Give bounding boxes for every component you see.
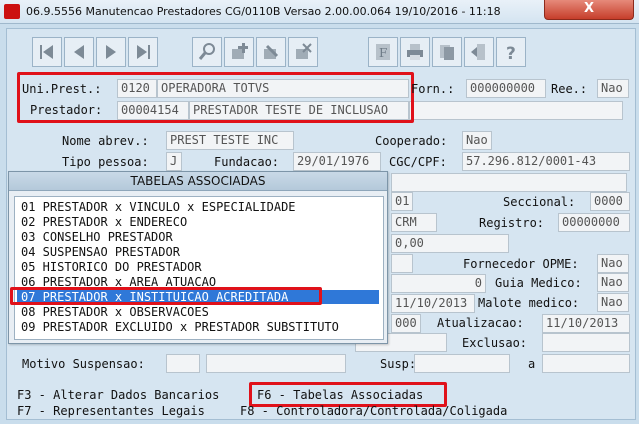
malote-field[interactable]: Nao [597, 293, 629, 312]
fundacao-field[interactable]: 29/01/1976 [293, 152, 381, 171]
search-button[interactable] [192, 37, 222, 67]
exclusao-field[interactable] [542, 333, 630, 352]
selected-item-highlight-box [10, 287, 322, 305]
forn-field[interactable]: 000000000 [466, 79, 546, 98]
crm-field[interactable]: CRM [391, 213, 437, 232]
cgc-label: CGC/CPF: [389, 155, 447, 169]
registro-label: Registro: [479, 216, 545, 230]
copy-icon [440, 45, 454, 60]
edit-button[interactable] [256, 37, 286, 67]
ree-field[interactable]: Nao [597, 79, 629, 98]
add-button[interactable] [224, 37, 254, 67]
seccional-label: Seccional: [503, 195, 576, 209]
nome-abrev-label: Nome abrev.: [62, 134, 149, 148]
motivo-desc-field[interactable] [206, 354, 346, 373]
first-record-button[interactable] [32, 37, 62, 67]
ree-label: Ree.: [551, 82, 588, 96]
next-icon [106, 45, 116, 59]
f-button[interactable]: F [368, 37, 398, 67]
field-01[interactable]: 01 [391, 192, 413, 211]
list-item[interactable]: 08 PRESTADOR x OBSERVACOES [21, 305, 209, 319]
guia-medico-label: Guia Medico: [495, 276, 582, 290]
susp-a-label: a [528, 357, 536, 371]
title-bar: 06.9.5556 Manutencao Prestadores CG/0110… [0, 0, 639, 24]
forn-label: Forn.: [411, 82, 455, 96]
susp-end-field[interactable] [542, 354, 630, 373]
tabelas-associadas-dialog: TABELAS ASSOCIADAS 01 PRESTADOR x VINCUL… [8, 171, 388, 344]
exclusao-label: Exclusao: [462, 336, 528, 350]
date-field[interactable]: 11/10/2013 [391, 294, 475, 313]
f8-shortcut[interactable]: F8 - Controladora/Controlada/Coligada [240, 404, 507, 418]
last-record-button[interactable] [128, 37, 158, 67]
prev-record-button[interactable] [64, 37, 94, 67]
susp-label: Susp: [380, 357, 417, 371]
fornecedor-opme-field[interactable]: Nao [597, 254, 629, 273]
atualizacao-field[interactable]: 11/10/2013 [542, 314, 630, 333]
valor-field[interactable]: 0,00 [391, 234, 509, 253]
search-icon [198, 43, 215, 60]
fornecedor-opme-label: Fornecedor OPME: [463, 257, 579, 271]
edit-icon [264, 44, 279, 59]
exit-button[interactable] [464, 37, 494, 67]
malote-label: Malote medico: [478, 296, 580, 310]
atualizacao-label: Atualizacao: [437, 316, 524, 330]
registro-field[interactable]: 00000000 [558, 213, 630, 232]
cooperado-label: Cooperado: [375, 134, 448, 148]
cgc-field[interactable]: 57.296.812/0001-43 [462, 152, 630, 171]
svg-text:?: ? [506, 44, 516, 62]
add-icon [232, 43, 248, 59]
help-button[interactable]: ? [496, 37, 526, 67]
delete-button[interactable] [288, 37, 318, 67]
nome-abrev-field[interactable]: PREST TESTE INC [166, 131, 294, 150]
f3-shortcut[interactable]: F3 - Alterar Dados Bancarios [17, 388, 219, 402]
cooperado-field[interactable]: Nao [462, 131, 492, 150]
tipo-pessoa-field[interactable]: J [166, 152, 182, 171]
exit-icon [471, 44, 485, 60]
fundacao-label: Fundacao: [214, 155, 280, 169]
tipo-pessoa-label: Tipo pessoa: [62, 155, 149, 169]
next-record-button[interactable] [96, 37, 126, 67]
app-icon [4, 4, 20, 19]
motivo-code-field[interactable] [166, 354, 200, 373]
list-item[interactable]: 01 PRESTADOR x VINCULO x ESPECIALIDADE [21, 200, 296, 214]
susp-start-field[interactable] [414, 354, 510, 373]
f7-shortcut[interactable]: F7 - Representantes Legais [17, 404, 205, 418]
list-item[interactable]: 03 CONSELHO PRESTADOR [21, 230, 173, 244]
header-highlight-box [17, 72, 414, 123]
blank-field-2[interactable] [391, 254, 413, 273]
copy-button[interactable] [432, 37, 462, 67]
dialog-title: TABELAS ASSOCIADAS [9, 172, 387, 191]
print-button[interactable] [400, 37, 430, 67]
code-000-field[interactable]: 000 [391, 314, 421, 333]
motivo-suspensao-label: Motivo Suspensao: [22, 357, 145, 371]
blank-field-1[interactable] [391, 173, 627, 192]
prev-icon [74, 45, 84, 59]
tabelas-list[interactable]: 01 PRESTADOR x VINCULO x ESPECIALIDADE 0… [14, 196, 384, 340]
print-icon [407, 44, 423, 60]
delete-icon [296, 43, 312, 59]
list-item[interactable]: 09 PRESTADOR EXCLUIDO x PRESTADOR SUBSTI… [21, 320, 339, 334]
seccional-field[interactable]: 0000 [590, 192, 630, 211]
list-item[interactable]: 04 SUSPENSAO PRESTADOR [21, 245, 180, 259]
first-icon [40, 45, 53, 59]
window-title: 06.9.5556 Manutencao Prestadores CG/0110… [26, 5, 501, 18]
f-icon: F [376, 44, 390, 60]
zero-field[interactable]: 0 [391, 274, 486, 293]
help-icon: ? [506, 44, 516, 62]
list-item[interactable]: 05 HISTORICO DO PRESTADOR [21, 260, 202, 274]
last-icon [137, 45, 150, 59]
svg-text:F: F [379, 46, 387, 60]
list-item[interactable]: 02 PRESTADOR x ENDERECO [21, 215, 187, 229]
guia-medico-field[interactable]: Nao [597, 273, 629, 292]
close-button[interactable]: X [544, 0, 634, 20]
prestador-extra-field[interactable] [409, 101, 623, 120]
